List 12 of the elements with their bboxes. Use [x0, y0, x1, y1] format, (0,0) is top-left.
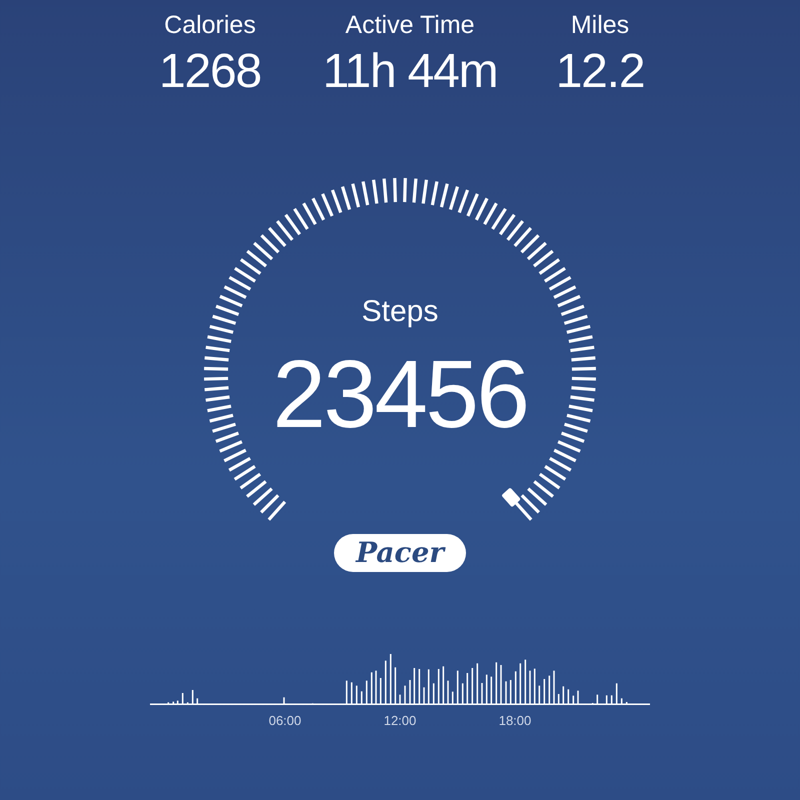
- stat-label: Active Time: [345, 10, 475, 41]
- steps-count: 23456: [272, 340, 528, 450]
- stat-value: 11h 44m: [322, 44, 498, 100]
- time-axis-label: 18:00: [498, 712, 532, 730]
- stat-value: 12.2: [556, 44, 644, 100]
- brand-logo: Pacer: [334, 534, 466, 572]
- steps-label: Steps: [362, 294, 438, 330]
- stat-label: Miles: [570, 10, 630, 41]
- time-axis-label: 12:00: [382, 712, 418, 730]
- stat-label: Calories: [164, 10, 256, 41]
- stat-value: 1268: [159, 44, 261, 100]
- time-axis-label: 06:00: [268, 712, 302, 730]
